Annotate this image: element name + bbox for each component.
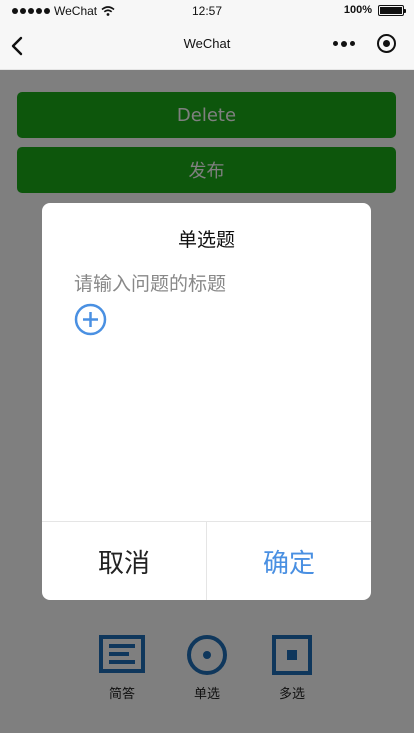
modal-footer: 取消 确定 xyxy=(42,521,371,600)
navigation-bar: WeChat xyxy=(0,22,414,70)
single-choice-modal: 单选题 取消 确定 xyxy=(42,203,371,600)
more-dots-icon[interactable] xyxy=(333,40,355,47)
capsule-menu xyxy=(333,34,396,53)
plus-circle-icon[interactable] xyxy=(74,303,107,336)
modal-title: 单选题 xyxy=(177,229,235,251)
target-circle-icon[interactable] xyxy=(377,34,396,53)
battery-percent: 100% xyxy=(343,4,372,16)
screen: WeChat 12:57 100% WeChat Delete 发布 xyxy=(0,0,414,733)
confirm-button[interactable]: 确定 xyxy=(207,522,371,600)
question-title-input[interactable] xyxy=(74,269,344,299)
status-right: 100% xyxy=(343,4,406,16)
cancel-button[interactable]: 取消 xyxy=(42,522,207,600)
status-bar: WeChat 12:57 100% xyxy=(0,0,414,22)
battery-icon xyxy=(378,4,406,16)
